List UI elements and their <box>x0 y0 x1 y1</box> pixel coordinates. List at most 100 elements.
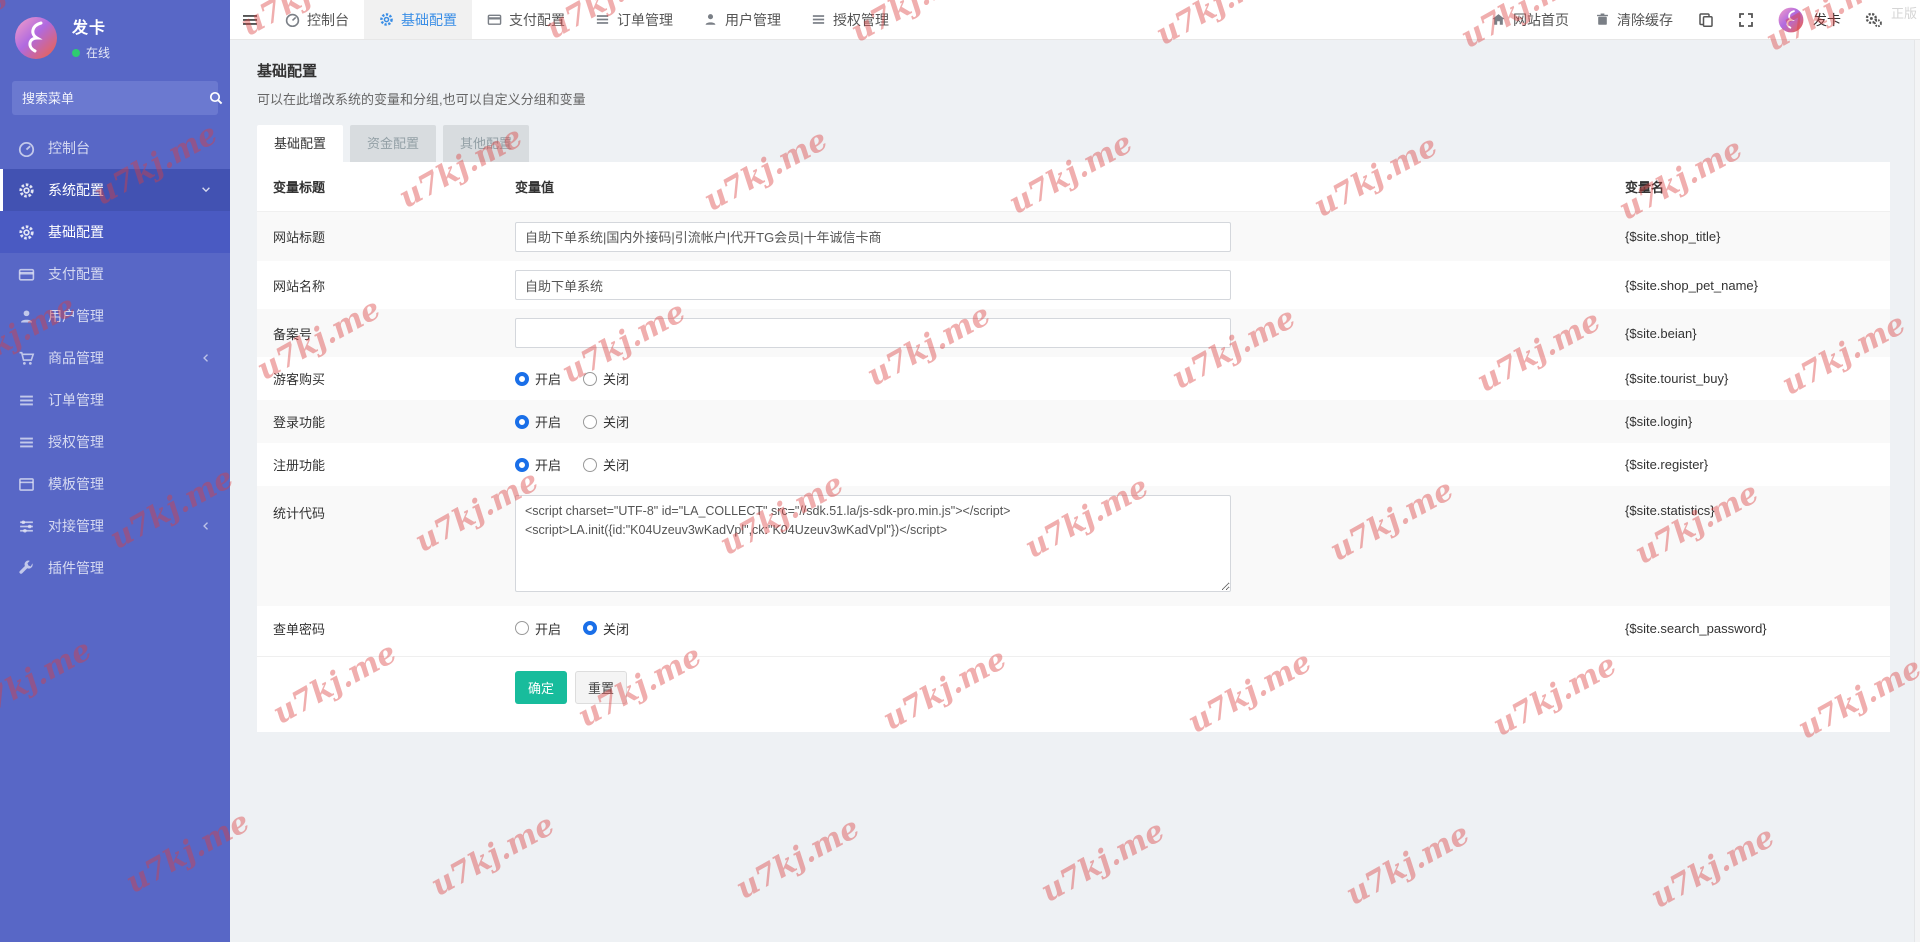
sidebar-item-order-management[interactable]: 订单管理 <box>0 379 230 421</box>
sliders-icon <box>19 519 34 533</box>
tab-fund-config[interactable]: 资金配置 <box>350 125 436 162</box>
var-name: {$site.shop_pet_name} <box>1625 277 1758 293</box>
sidebar-item-plugin-management[interactable]: 插件管理 <box>0 547 230 589</box>
radio-dot[interactable] <box>583 457 598 472</box>
radio-on[interactable]: 开启 <box>515 455 561 474</box>
list-icon <box>596 15 609 24</box>
site-home-link[interactable]: 网站首页 <box>1478 0 1582 39</box>
nav-tab-basic-config[interactable]: 基础配置 <box>364 0 472 39</box>
submit-button[interactable]: 确定 <box>515 671 568 704</box>
sidebar-item-goods-management[interactable]: 商品管理 <box>0 337 230 379</box>
sidebar-item-basic-config[interactable]: 基础配置 <box>0 211 230 253</box>
config-tabs: 基础配置 资金配置 其他配置 <box>230 125 1920 162</box>
site-name-input[interactable] <box>515 270 1231 300</box>
radio-dot[interactable] <box>515 371 529 386</box>
page-title: 基础配置 <box>257 63 318 80</box>
list-icon <box>20 437 33 447</box>
online-status: 在线 <box>72 44 110 61</box>
radio-off[interactable]: 关闭 <box>583 369 629 388</box>
config-form-card: 变量标题 变量值 变量名 网站标题 {$site.shop_title} 网站名… <box>257 162 1890 732</box>
nav-tab-user-management[interactable]: 用户管理 <box>688 0 796 39</box>
var-name: {$site.tourist_buy} <box>1625 371 1729 386</box>
radio-off[interactable]: 关闭 <box>583 412 629 431</box>
var-name: {$site.login} <box>1625 414 1693 429</box>
copy-icon[interactable] <box>1686 0 1726 39</box>
statistics-code-textarea[interactable]: <script charset="UTF-8" id="LA_COLLECT" … <box>515 495 1231 592</box>
tab-basic-config[interactable]: 基础配置 <box>257 125 343 162</box>
register-radio-group: 开启 关闭 <box>515 455 1625 474</box>
scrollbar[interactable] <box>1914 40 1920 942</box>
page-subtitle: 可以在此增改系统的变量和分组,也可以自定义分组和变量 <box>257 92 586 107</box>
var-name: {$site.statistics} <box>1625 503 1715 518</box>
table-row: 网站名称 {$site.shop_pet_name} <box>257 261 1890 309</box>
radio-on[interactable]: 开启 <box>515 369 561 388</box>
table-row: 注册功能 开启 关闭 {$site.register} <box>257 443 1890 486</box>
radio-dot[interactable] <box>515 457 529 472</box>
search-password-radio-group: 开启 关闭 <box>515 619 1625 638</box>
sidebar-item-payment-config[interactable]: 支付配置 <box>0 253 230 295</box>
brand-title: 发卡 <box>72 20 107 37</box>
list-icon <box>812 15 825 24</box>
radio-on[interactable]: 开启 <box>515 412 561 431</box>
sidebar-menu: 控制台 系统配置 基础配置 支付配置 用户管理 商品管理 订单管理 授权管理 模… <box>0 127 230 589</box>
user-menu[interactable]: 发卡 <box>1766 0 1853 39</box>
user-icon <box>20 309 33 322</box>
gear-icon <box>19 182 34 198</box>
radio-on[interactable]: 开启 <box>515 619 561 638</box>
table-header: 变量标题 变量值 变量名 <box>257 162 1890 212</box>
radio-dot[interactable] <box>583 621 598 635</box>
credit-card-icon <box>18 268 35 281</box>
var-name: {$site.search_password} <box>1625 620 1767 636</box>
site-title-input[interactable] <box>515 221 1231 252</box>
table-row: 备案号 {$site.beian} <box>257 309 1890 357</box>
sidebar-item-user-management[interactable]: 用户管理 <box>0 295 230 337</box>
radio-dot[interactable] <box>515 621 529 635</box>
nav-tab-dashboard[interactable]: 控制台 <box>270 0 364 39</box>
chevron-left-icon <box>203 353 209 363</box>
template-icon <box>19 477 34 491</box>
credit-card-icon <box>487 14 502 25</box>
chevron-down-icon <box>201 187 211 192</box>
nav-tab-order-management[interactable]: 订单管理 <box>580 0 688 39</box>
var-name: {$site.shop_title} <box>1625 229 1721 244</box>
online-dot <box>72 48 80 57</box>
sidebar-item-docking-management[interactable]: 对接管理 <box>0 505 230 547</box>
var-name: {$site.beian} <box>1625 325 1697 341</box>
table-row: 登录功能 开启 关闭 {$site.login} <box>257 400 1890 443</box>
sidebar-item-dashboard[interactable]: 控制台 <box>0 127 230 169</box>
var-name: {$site.register} <box>1625 457 1709 472</box>
reset-button[interactable]: 重置 <box>575 671 628 704</box>
sidebar: 发卡 在线 控制台 系统配置 基础配置 支付配置 用户管理 商品管理 订单管理 … <box>0 0 230 942</box>
sidebar-item-system-config[interactable]: 系统配置 <box>0 169 230 211</box>
gear-icon <box>19 224 34 240</box>
sidebar-item-template-management[interactable]: 模板管理 <box>0 463 230 505</box>
beian-input[interactable] <box>515 318 1231 348</box>
nav-tab-auth-management[interactable]: 授权管理 <box>796 0 904 39</box>
avatar <box>1778 6 1804 33</box>
brand-avatar <box>14 15 58 60</box>
table-row: 游客购买 开启 关闭 {$site.tourist_buy} <box>257 357 1890 400</box>
radio-dot[interactable] <box>583 371 598 386</box>
login-radio-group: 开启 关闭 <box>515 412 1625 431</box>
nav-tab-payment-config[interactable]: 支付配置 <box>472 0 580 39</box>
list-icon <box>20 395 33 405</box>
chevron-left-icon <box>203 521 209 531</box>
user-icon <box>705 14 716 25</box>
search-input[interactable] <box>12 90 208 106</box>
clear-cache-button[interactable]: 清除缓存 <box>1582 0 1686 39</box>
sidebar-search <box>12 81 223 115</box>
trash-icon <box>1597 13 1608 25</box>
sidebar-item-auth-management[interactable]: 授权管理 <box>0 421 230 463</box>
hamburger-icon[interactable] <box>230 0 270 39</box>
radio-off[interactable]: 关闭 <box>583 455 629 474</box>
cogs-icon[interactable] <box>1853 0 1894 39</box>
tab-other-config[interactable]: 其他配置 <box>443 125 529 162</box>
search-icon[interactable] <box>208 81 224 115</box>
radio-off[interactable]: 关闭 <box>583 619 629 638</box>
tachometer-icon <box>18 141 35 157</box>
radio-dot[interactable] <box>583 414 598 429</box>
table-row: 网站标题 {$site.shop_title} <box>257 212 1890 261</box>
expand-icon[interactable] <box>1726 0 1766 39</box>
radio-dot[interactable] <box>515 414 529 429</box>
corner-watermark-text: 正版 <box>1890 6 1917 21</box>
